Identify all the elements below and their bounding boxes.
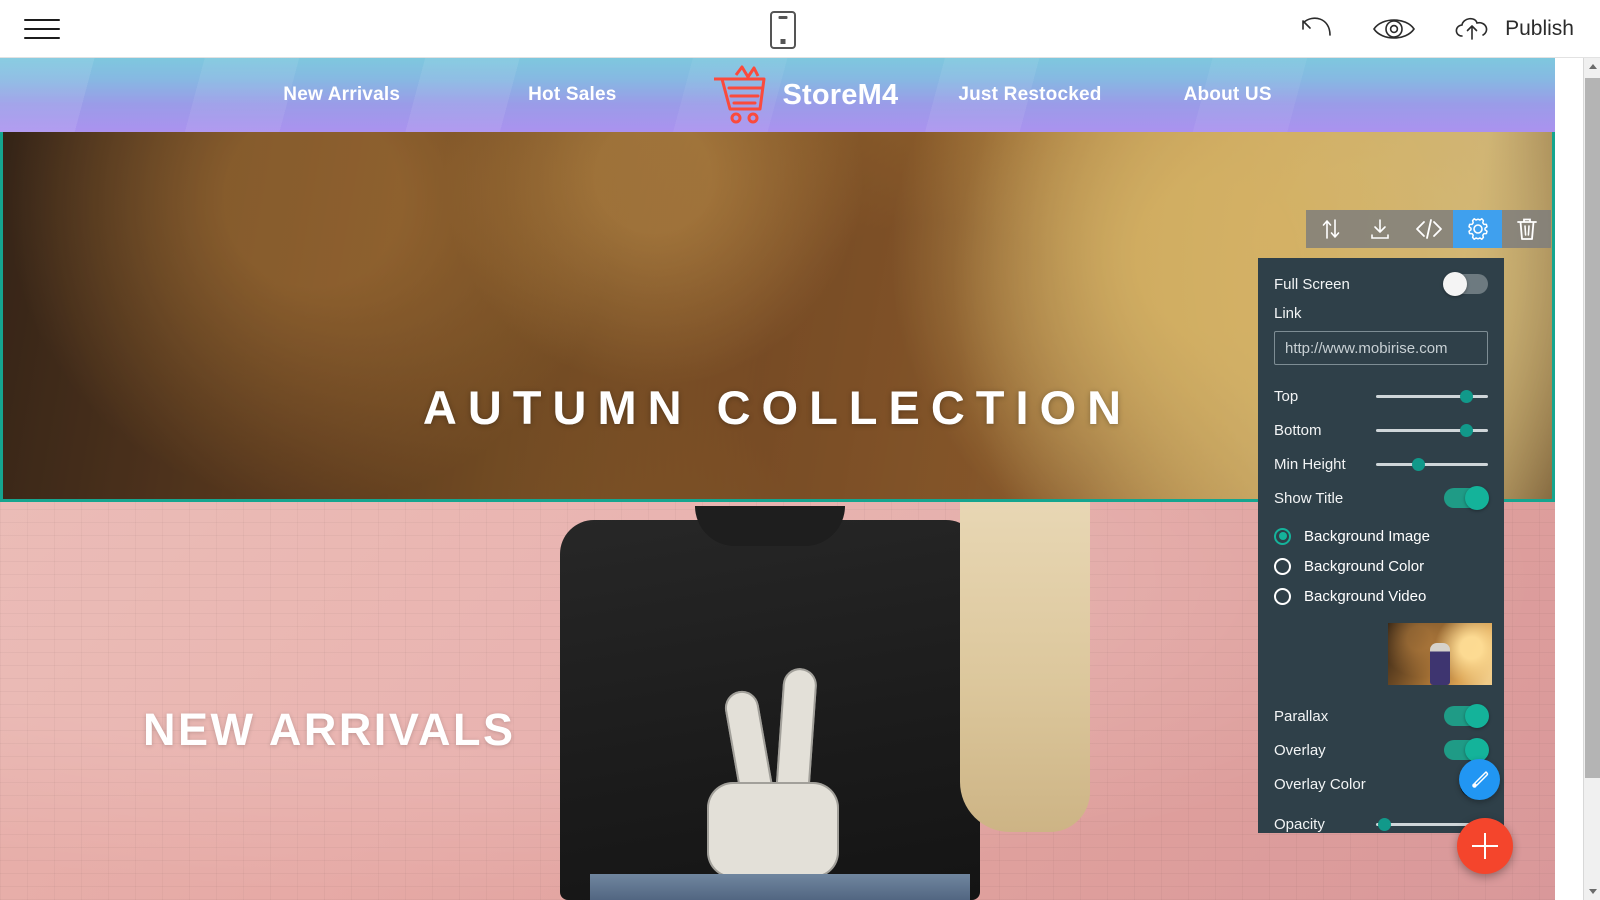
toggle-knob (1465, 704, 1489, 728)
link-input[interactable] (1274, 331, 1488, 365)
show-title-row: Show Title (1274, 481, 1489, 515)
top-row: Top (1274, 379, 1488, 413)
full-screen-row: Full Screen (1274, 267, 1488, 301)
edit-code-icon[interactable] (1404, 210, 1453, 248)
site-brand-name: StoreM4 (782, 78, 899, 111)
slider-track (1376, 463, 1488, 466)
slider-thumb[interactable] (1460, 424, 1473, 437)
background-video-label: Background Video (1304, 587, 1427, 605)
scrollbar-thumb[interactable] (1585, 78, 1600, 778)
block-settings-gear-icon[interactable] (1453, 210, 1502, 248)
overlay-color-row: Overlay Color (1274, 767, 1488, 801)
bottom-row: Bottom (1274, 413, 1488, 447)
thumbnail-subject (1430, 643, 1450, 685)
nav-link-about-us[interactable]: About US (1184, 84, 1272, 106)
toggle-knob (1443, 272, 1467, 296)
hamburger-line (24, 28, 60, 30)
full-screen-toggle[interactable] (1443, 272, 1488, 296)
link-field-group: Link (1274, 305, 1488, 365)
site-navbar: New Arrivals Hot Sales StoreM4 Just Rest… (0, 58, 1555, 132)
cloud-upload-icon (1455, 17, 1488, 40)
min-height-slider[interactable] (1376, 454, 1488, 474)
phone-speaker (778, 16, 788, 19)
mobile-preview-icon[interactable] (770, 11, 796, 49)
add-block-plus-icon[interactable] (1457, 818, 1513, 874)
nav-link-just-restocked[interactable]: Just Restocked (958, 84, 1101, 106)
background-image-label: Background Image (1304, 527, 1430, 545)
overlay-label: Overlay (1274, 741, 1326, 759)
background-color-label: Background Color (1304, 557, 1425, 575)
radio-icon (1274, 587, 1291, 605)
download-block-icon[interactable] (1355, 210, 1404, 248)
shopping-cart-icon (714, 65, 766, 124)
peace-hand-graphic (678, 620, 868, 878)
plus-vertical (1483, 833, 1487, 859)
triangle-down (1588, 889, 1597, 894)
new-arrivals-title: NEW ARRIVALS (143, 704, 516, 755)
background-color-option[interactable]: Background Color (1274, 551, 1488, 581)
parallax-row: Parallax (1274, 699, 1489, 733)
app-toolbar-actions: Publish (1297, 0, 1574, 58)
radio-icon (1274, 557, 1291, 575)
link-label: Link (1274, 305, 1302, 322)
overlay-row: Overlay (1274, 733, 1489, 767)
site-navbar-inner: New Arrivals Hot Sales StoreM4 Just Rest… (283, 65, 1272, 125)
overlay-color-label: Overlay Color (1274, 775, 1366, 793)
block-settings-panel: Full Screen Link Top Bottom Min Height (1258, 258, 1504, 833)
block-toolbar (1306, 210, 1551, 248)
show-title-label: Show Title (1274, 489, 1344, 507)
full-screen-label: Full Screen (1274, 275, 1350, 293)
delete-block-icon[interactable] (1502, 210, 1551, 248)
parallax-label: Parallax (1274, 707, 1329, 725)
slider-thumb[interactable] (1411, 458, 1425, 471)
slider-thumb[interactable] (1378, 818, 1392, 831)
pen-edit-icon[interactable] (1459, 759, 1500, 800)
overlay-toggle[interactable] (1444, 738, 1489, 762)
radio-icon-selected (1274, 527, 1291, 545)
move-block-icon[interactable] (1306, 210, 1355, 248)
slider-thumb[interactable] (1460, 390, 1473, 403)
bottom-label: Bottom (1274, 421, 1322, 439)
jeans-graphic (590, 874, 970, 900)
nav-link-hot-sales[interactable]: Hot Sales (528, 84, 616, 106)
triangle-up (1588, 64, 1597, 69)
page-canvas: New Arrivals Hot Sales StoreM4 Just Rest… (0, 58, 1555, 900)
scroll-down-icon[interactable] (1584, 883, 1600, 900)
scroll-up-icon[interactable] (1584, 58, 1600, 75)
top-slider[interactable] (1376, 386, 1488, 406)
publish-button[interactable]: Publish (1451, 14, 1574, 44)
nav-link-new-arrivals[interactable]: New Arrivals (283, 84, 400, 106)
min-height-row: Min Height (1274, 447, 1488, 481)
bottom-slider[interactable] (1376, 420, 1488, 440)
background-image-thumbnail[interactable] (1388, 623, 1492, 685)
min-height-label: Min Height (1274, 455, 1346, 473)
background-video-option[interactable]: Background Video (1274, 581, 1488, 611)
background-type-group: Background Image Background Color Backgr… (1274, 521, 1488, 611)
eye-preview-icon[interactable] (1371, 14, 1417, 44)
toggle-knob (1465, 486, 1489, 510)
opacity-label: Opacity (1274, 815, 1325, 833)
background-image-option[interactable]: Background Image (1274, 521, 1488, 551)
hamburger-menu-icon[interactable] (24, 14, 60, 44)
hamburger-line (24, 37, 60, 39)
opacity-row: Opacity (1274, 807, 1488, 841)
app-toolbar: Publish (0, 0, 1600, 58)
undo-icon[interactable] (1297, 15, 1337, 43)
hair-graphic (960, 502, 1090, 832)
top-label: Top (1274, 387, 1299, 405)
page-scrollbar[interactable] (1583, 58, 1600, 900)
parallax-toggle[interactable] (1444, 704, 1489, 728)
show-title-toggle[interactable] (1444, 486, 1489, 510)
site-brand[interactable]: StoreM4 (708, 65, 898, 125)
hamburger-line (24, 19, 60, 21)
publish-label: Publish (1505, 17, 1574, 40)
palm (707, 782, 839, 878)
phone-home-button (780, 39, 786, 44)
